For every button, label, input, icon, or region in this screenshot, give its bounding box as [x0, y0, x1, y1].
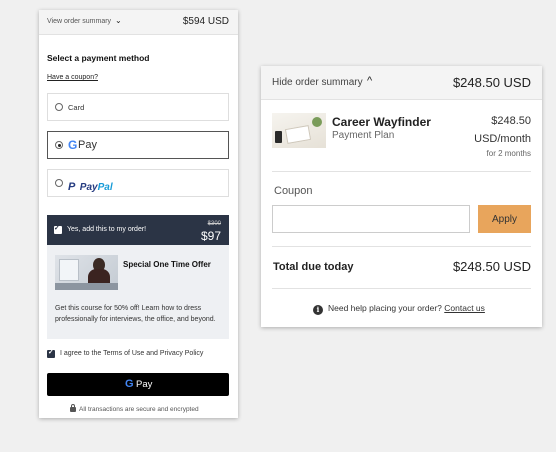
radio-paypal[interactable] [55, 179, 63, 187]
total-due-value: $248.50 USD [452, 259, 531, 274]
payment-option-card[interactable]: Card [47, 93, 229, 121]
apply-coupon-button[interactable]: Apply [478, 205, 531, 233]
radio-card[interactable] [55, 103, 63, 111]
checkmark-icon: ✓ [54, 225, 60, 232]
order-summary-toggle[interactable]: Hide order summary ^ $248.50 USD [261, 66, 542, 100]
order-summary-toggle-label: View order summary [47, 18, 112, 25]
help-row: i Need help placing your order? Contact u… [313, 303, 485, 315]
paypal-logo: P PayPal [68, 177, 113, 195]
upsell-old-price: $300 [207, 221, 221, 227]
upsell-offer-title: Special One Time Offer [123, 260, 211, 269]
order-summary-price: $594 USD [182, 16, 229, 27]
upsell-description: Get this course for 50% off! Learn how t… [55, 305, 216, 323]
paypal-word-pay: Pay [79, 182, 98, 193]
upsell-checkbox[interactable]: ✓ [54, 225, 62, 234]
product-price-term: for 2 months [486, 149, 531, 158]
lock-icon [70, 404, 76, 412]
product-price: $248.50 [491, 115, 531, 127]
google-g-icon: G [125, 378, 134, 390]
gpay-label: Pay [78, 139, 97, 151]
product-name: Career Wayfinder [332, 115, 431, 129]
coupon-label: Coupon [274, 185, 313, 197]
order-summary-toggle-label: Hide order summary [272, 77, 363, 88]
upsell-header[interactable]: ✓ Yes, add this to my order! $300 $97 [47, 215, 229, 245]
upsell-checkbox-label: Yes, add this to my order! [67, 226, 147, 233]
chevron-up-icon: ^ [367, 75, 373, 87]
upsell-new-price: $97 [200, 229, 221, 243]
upsell-offer-card: ✓ Yes, add this to my order! $300 $97 Sp… [47, 215, 229, 339]
divider [272, 171, 531, 172]
checkout-panel-desktop: Hide order summary ^ $248.50 USD Career … [261, 66, 542, 327]
payment-option-card-label: Card [68, 103, 85, 112]
paypal-p-icon: P [68, 181, 76, 193]
order-summary-toggle[interactable]: View order summary ⌄ $594 USD [39, 10, 238, 35]
chevron-down-icon: ⌄ [115, 16, 122, 25]
product-price-unit: USD/month [474, 133, 531, 145]
product-plan: Payment Plan [332, 130, 395, 141]
upsell-course-image [55, 255, 118, 290]
secure-note-text: All transactions are secure and encrypte… [79, 406, 199, 413]
total-due-label: Total due today [273, 261, 354, 273]
radio-gpay[interactable] [55, 141, 63, 149]
order-summary-price: $248.50 USD [452, 75, 531, 90]
info-icon: i [313, 305, 323, 315]
terms-checkbox[interactable]: ✓ [47, 349, 55, 358]
divider [272, 246, 531, 247]
payment-option-paypal[interactable]: P PayPal [47, 169, 229, 197]
google-g-icon: G [68, 138, 78, 152]
checkmark-icon: ✓ [48, 349, 54, 356]
terms-label: I agree to the Terms of Use and Privacy … [60, 350, 204, 357]
secure-note: All transactions are secure and encrypte… [70, 404, 199, 413]
coupon-input[interactable] [272, 205, 470, 233]
payment-method-title: Select a payment method [47, 53, 150, 63]
payment-option-gpay[interactable]: G Pay [47, 131, 229, 159]
gpay-button-label: Pay [136, 379, 153, 390]
checkout-panel-mobile: View order summary ⌄ $594 USD Select a p… [39, 10, 238, 418]
contact-us-link[interactable]: Contact us [444, 303, 485, 313]
divider [272, 288, 531, 289]
have-coupon-link[interactable]: Have a coupon? [47, 74, 98, 81]
product-thumbnail [272, 113, 326, 148]
help-text: Need help placing your order? [328, 303, 442, 313]
paypal-word-pal: Pal [97, 182, 113, 193]
gpay-pay-button[interactable]: G Pay [47, 373, 229, 396]
